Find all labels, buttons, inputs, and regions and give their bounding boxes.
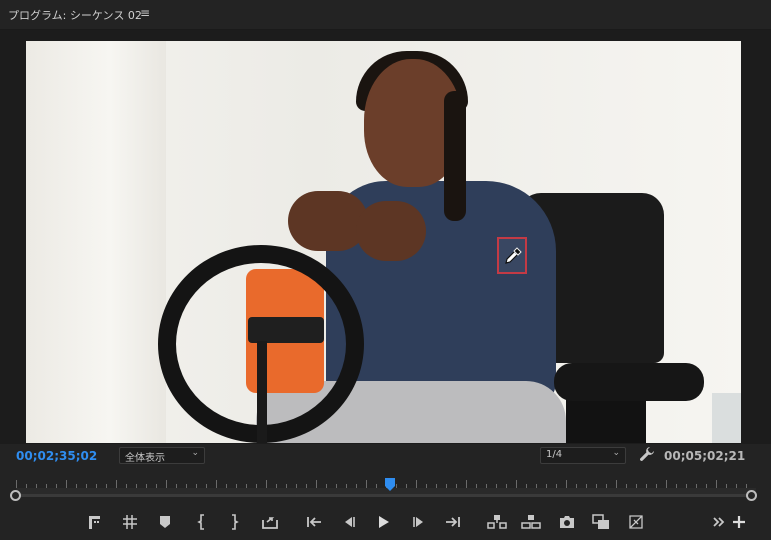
go-to-in-icon: [307, 517, 321, 527]
go-to-out-icon: [446, 517, 460, 527]
zoom-handle-right[interactable]: [746, 490, 757, 501]
mark-out-icon: [232, 514, 239, 530]
camera-icon: [560, 516, 574, 528]
zoom-scroll-bar[interactable]: [16, 494, 756, 497]
step-back-button[interactable]: [338, 511, 360, 533]
scene-phone-mount: [248, 317, 324, 343]
scene-person-hand-right: [356, 201, 426, 261]
eyedropper-icon: [505, 247, 522, 264]
mark-in-icon: [197, 514, 204, 530]
go-to-out-button[interactable]: [442, 511, 464, 533]
go-to-in-button[interactable]: [303, 511, 325, 533]
compare-view-icon: [592, 514, 609, 529]
scene-light-pole: [257, 341, 267, 443]
scene-chair-base: [566, 396, 646, 443]
step-forward-button[interactable]: [408, 511, 430, 533]
panel-title[interactable]: プログラム: シーケンス 02: [8, 7, 142, 23]
scene-person-braids: [444, 91, 466, 221]
add-button-icon: [733, 516, 745, 528]
proxy-toggle-button[interactable]: [625, 511, 647, 533]
video-frame[interactable]: [26, 41, 741, 443]
go-to-in-marker-icon: [123, 515, 137, 529]
extract-button[interactable]: [520, 511, 542, 533]
playhead-icon: [384, 478, 395, 491]
sequence-duration: 00;05;02;21: [664, 449, 746, 463]
timeline-scrubber[interactable]: [10, 474, 762, 504]
zoom-handle-left[interactable]: [10, 490, 21, 501]
compare-view-button[interactable]: [590, 511, 612, 533]
export-frame-button[interactable]: [259, 511, 281, 533]
playhead[interactable]: [384, 476, 395, 491]
settings-wrench-icon[interactable]: [639, 446, 655, 462]
playback-resolution-select[interactable]: 1/4 ⌄: [540, 447, 626, 464]
current-timecode[interactable]: 00;02;35;02: [16, 449, 97, 463]
chevron-down-icon: ⌄: [191, 448, 199, 458]
lift-button[interactable]: [486, 511, 508, 533]
lift-icon: [487, 515, 507, 529]
playback-resolution-value: 1/4: [546, 449, 563, 460]
zoom-level-value: 全体表示: [125, 453, 165, 464]
zoom-level-select[interactable]: 全体表示 ⌄: [119, 447, 205, 464]
marker-icon: [160, 516, 170, 528]
more-icon: [713, 517, 725, 527]
camera-button[interactable]: [556, 511, 578, 533]
more-controls-button[interactable]: [708, 511, 730, 533]
button-editor-button[interactable]: [728, 511, 750, 533]
scene-person-hand-left: [288, 191, 368, 251]
step-back-icon: [345, 517, 355, 527]
add-marker-icon: [89, 516, 100, 529]
panel-header: プログラム: シーケンス 02 ≡: [0, 0, 771, 30]
mark-out-button[interactable]: [223, 511, 245, 533]
step-forward-icon: [413, 517, 423, 527]
eyedropper-sample-box[interactable]: [497, 237, 527, 274]
play-button[interactable]: [372, 511, 394, 533]
proxy-toggle-icon: [629, 515, 643, 529]
marker-button[interactable]: [154, 511, 176, 533]
play-icon: [379, 516, 389, 528]
scene-chair-arm: [554, 363, 704, 401]
add-marker-button[interactable]: [84, 511, 106, 533]
chevron-down-icon: ⌄: [612, 448, 620, 458]
scene-glass-stand: [712, 393, 741, 443]
panel-menu-icon[interactable]: ≡: [140, 6, 150, 20]
scene-curtain: [26, 41, 166, 443]
transport-controls: [0, 504, 771, 540]
export-frame-icon: [262, 517, 278, 529]
go-to-in-marker-button[interactable]: [119, 511, 141, 533]
mark-in-button[interactable]: [191, 511, 213, 533]
extract-icon: [521, 515, 541, 529]
